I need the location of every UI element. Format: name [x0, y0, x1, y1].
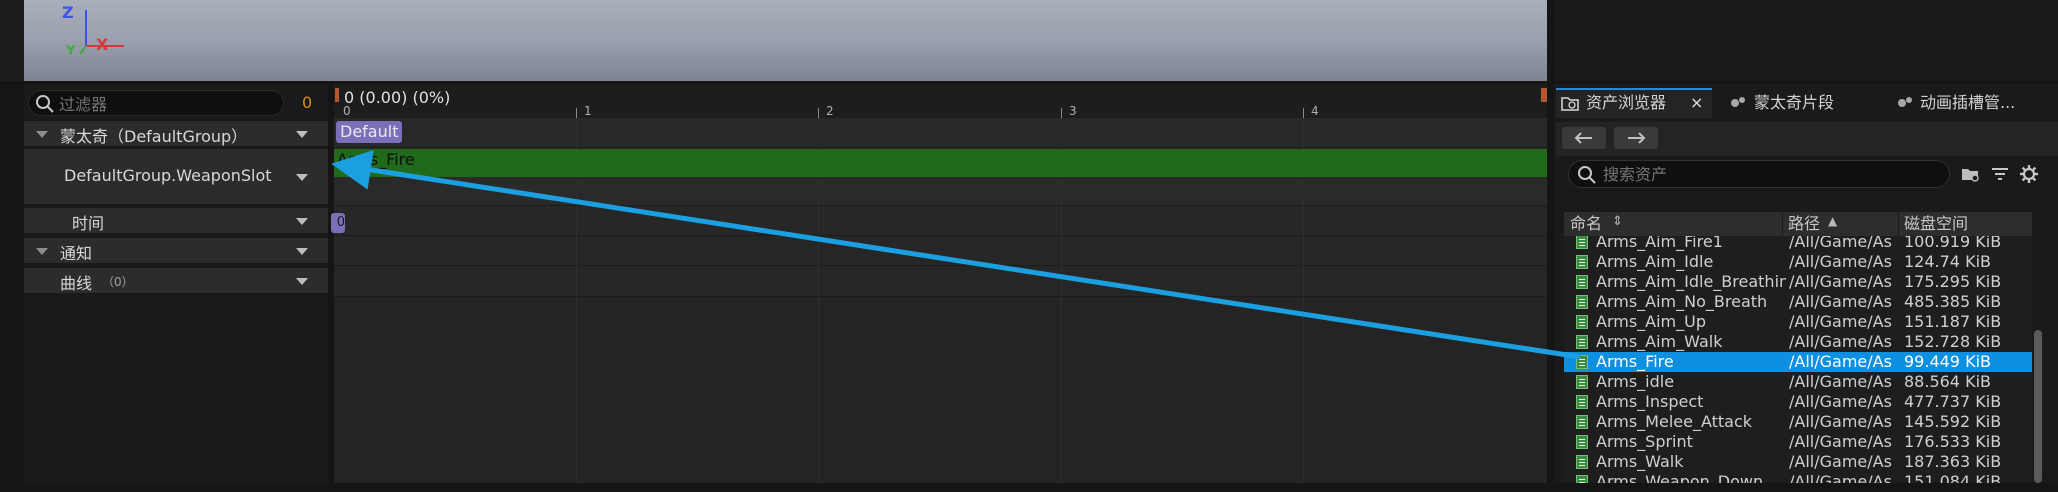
drag-arrow-overlay	[331, 150, 1581, 360]
drag-arrow	[331, 150, 1581, 360]
